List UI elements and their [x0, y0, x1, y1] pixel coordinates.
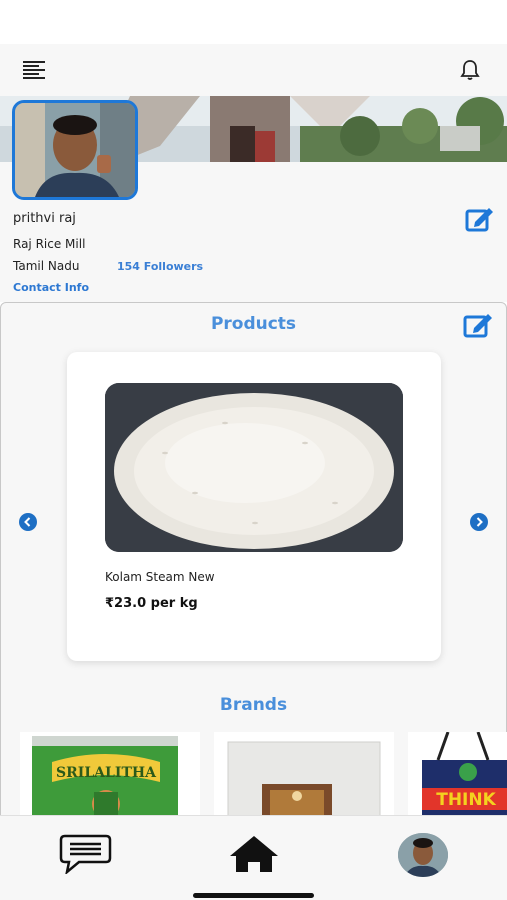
menu-lines-icon[interactable] — [23, 61, 45, 79]
product-price: ₹23.0 per kg — [105, 596, 198, 611]
edit-square-icon[interactable] — [465, 206, 495, 232]
bell-icon[interactable] — [459, 59, 481, 81]
business-name: Raj Rice Mill — [13, 237, 86, 251]
edit-square-icon[interactable] — [463, 312, 495, 338]
brand-card[interactable] — [214, 732, 394, 822]
brand-label: THINK — [436, 790, 496, 810]
contact-info-link[interactable]: Contact Info — [13, 281, 89, 294]
chat-bubble-icon[interactable] — [59, 834, 112, 874]
profile-name: prithvi raj — [13, 211, 76, 226]
status-bar-area — [0, 0, 507, 44]
avatar[interactable] — [12, 100, 138, 200]
brands-heading: Brands — [219, 695, 288, 715]
avatar[interactable] — [398, 833, 448, 877]
product-image — [105, 383, 403, 552]
brand-card[interactable]: SRILALITHA — [20, 732, 200, 822]
location-text: Tamil Nadu — [13, 259, 80, 273]
top-app-bar — [0, 44, 507, 96]
products-heading: Products — [210, 314, 297, 334]
chevron-left-circle-icon[interactable] — [19, 513, 37, 531]
chevron-right-circle-icon[interactable] — [470, 513, 488, 531]
home-indicator — [193, 893, 314, 898]
product-name: Kolam Steam New — [105, 570, 215, 584]
home-icon[interactable] — [228, 834, 280, 874]
brand-label: SRILALITHA — [56, 765, 157, 781]
brand-card[interactable]: THINK — [408, 732, 507, 822]
followers-link[interactable]: 154 Followers — [117, 260, 203, 273]
